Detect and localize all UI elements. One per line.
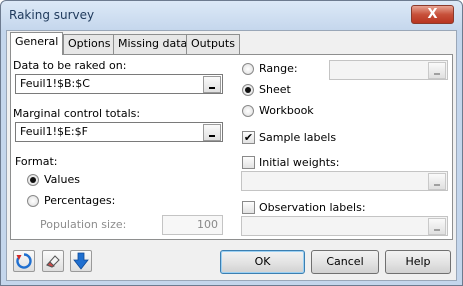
workbook-radio[interactable] [242,105,254,117]
observation-labels-checkbox[interactable] [242,201,255,214]
population-size-label: Population size: [40,218,127,231]
dialog-window: Raking survey X General Options Missing … [0,0,463,286]
data-range-select-button[interactable] [203,76,221,93]
window-title: Raking survey [9,8,95,22]
move-down-button[interactable] [70,250,92,272]
observation-labels-label[interactable]: Observation labels: [259,201,366,214]
close-icon: X [427,7,438,22]
range-radio[interactable] [242,63,254,75]
clear-button[interactable] [42,250,64,272]
eraser-icon [46,255,60,268]
help-button[interactable]: Help [385,250,451,274]
title-bar[interactable]: Raking survey X [1,1,462,31]
marginal-range-select-button[interactable] [203,124,221,141]
marginal-label: Marginal control totals: [13,107,141,120]
initial-weights-field[interactable] [241,171,448,191]
marginal-range-field[interactable]: Feuil1!$E:$F [15,122,223,142]
population-size-field[interactable]: 100 [162,215,223,235]
cancel-button[interactable]: Cancel [311,250,379,274]
reset-button[interactable] [13,250,35,272]
data-range-value: Feuil1!$B:$C [20,77,90,90]
ok-button[interactable]: OK [220,250,305,274]
format-values-label[interactable]: Values [44,173,80,186]
tab-general[interactable]: General [10,32,64,55]
close-button[interactable]: X [411,5,454,24]
range-field[interactable] [329,60,448,80]
marginal-range-value: Feuil1!$E:$F [20,125,88,138]
reset-icon [16,253,32,269]
initial-weights-select-button[interactable] [428,173,446,190]
observation-labels-field[interactable] [241,216,448,236]
tab-options[interactable]: Options [63,34,116,54]
sample-labels-label[interactable]: Sample labels [259,131,336,144]
sheet-label[interactable]: Sheet [259,83,291,96]
workbook-label[interactable]: Workbook [259,104,314,117]
initial-weights-label[interactable]: Initial weights: [259,156,339,169]
format-percentages-radio[interactable] [27,195,39,207]
general-panel: Data to be raked on: Feuil1!$B:$C Margin… [10,54,453,240]
data-range-field[interactable]: Feuil1!$B:$C [15,74,223,94]
range-select-button[interactable] [428,62,446,79]
tab-missing-data[interactable]: Missing data [113,34,193,54]
format-values-radio[interactable] [27,174,39,186]
down-arrow-icon [73,252,89,270]
dialog-client: General Options Missing data Outputs Dat… [6,30,457,281]
sheet-radio[interactable] [242,84,254,96]
data-label: Data to be raked on: [13,59,127,72]
format-percentages-label[interactable]: Percentages: [44,194,115,207]
tab-outputs[interactable]: Outputs [186,34,240,54]
observation-labels-select-button[interactable] [428,218,446,235]
sample-labels-checkbox[interactable]: ✔ [242,131,255,144]
range-label[interactable]: Range: [259,62,298,75]
initial-weights-checkbox[interactable] [242,156,255,169]
format-label: Format: [15,155,58,168]
